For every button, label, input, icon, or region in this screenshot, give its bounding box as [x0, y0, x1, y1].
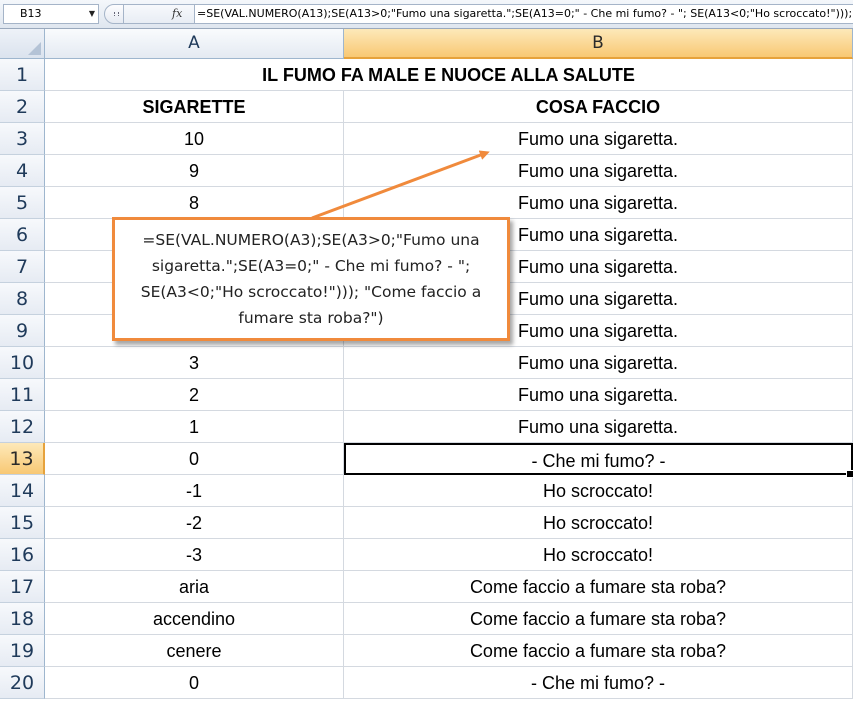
table-row: 1 IL FUMO FA MALE E NUOCE ALLA SALUTE — [0, 59, 853, 91]
cell-b19[interactable]: Come faccio a fumare sta roba? — [344, 635, 853, 667]
cell-a18[interactable]: accendino — [45, 603, 344, 635]
table-row: 2 SIGARETTE COSA FACCIO — [0, 91, 853, 123]
table-row: 4 9 Fumo una sigaretta. — [0, 155, 853, 187]
cell-b14[interactable]: Ho scroccato! — [344, 475, 853, 507]
cell-a13[interactable]: 0 — [45, 443, 344, 475]
table-row: 16 -3 Ho scroccato! — [0, 539, 853, 571]
row-header-7[interactable]: 7 — [0, 251, 45, 283]
table-row: 14 -1 Ho scroccato! — [0, 475, 853, 507]
cell-b17[interactable]: Come faccio a fumare sta roba? — [344, 571, 853, 603]
cell-b18[interactable]: Come faccio a fumare sta roba? — [344, 603, 853, 635]
cell-b12[interactable]: Fumo una sigaretta. — [344, 411, 853, 443]
row-header-14[interactable]: 14 — [0, 475, 45, 507]
cell-b2[interactable]: COSA FACCIO — [344, 91, 853, 123]
cell-a15[interactable]: -2 — [45, 507, 344, 539]
table-row: 11 2 Fumo una sigaretta. — [0, 379, 853, 411]
row-header-8[interactable]: 8 — [0, 283, 45, 315]
table-row: 18 accendino Come faccio a fumare sta roba… — [0, 603, 853, 635]
row-header-17[interactable]: 17 — [0, 571, 45, 603]
row-header-19[interactable]: 19 — [0, 635, 45, 667]
cell-a16[interactable]: -3 — [45, 539, 344, 571]
cell-b20[interactable]: - Che mi fumo? - — [344, 667, 853, 699]
cell-a12[interactable]: 1 — [45, 411, 344, 443]
row-header-2[interactable]: 2 — [0, 91, 45, 123]
formula-input[interactable]: =SE(VAL.NUMERO(A13);SE(A13>0;"Fumo una s… — [194, 4, 853, 24]
function-area: fx — [124, 4, 194, 24]
row-header-13[interactable]: 13 — [0, 443, 45, 475]
fill-handle[interactable] — [846, 470, 853, 478]
row-header-9[interactable]: 9 — [0, 315, 45, 347]
cell-a4[interactable]: 9 — [45, 155, 344, 187]
column-header-a[interactable]: A — [45, 29, 344, 59]
cell-a3[interactable]: 10 — [45, 123, 344, 155]
cell-a19[interactable]: cenere — [45, 635, 344, 667]
cell-b4[interactable]: Fumo una sigaretta. — [344, 155, 853, 187]
formula-callout: =SE(VAL.NUMERO(A3);SE(A3>0;"Fumo una sig… — [112, 217, 510, 341]
cell-b13[interactable]: - Che mi fumo? - — [344, 443, 853, 475]
cell-a17[interactable]: aria — [45, 571, 344, 603]
cell-a20[interactable]: 0 — [45, 667, 344, 699]
column-header-b[interactable]: B — [344, 29, 853, 59]
cell-b10[interactable]: Fumo una sigaretta. — [344, 347, 853, 379]
row-header-6[interactable]: 6 — [0, 219, 45, 251]
cell-a5[interactable]: 8 — [45, 187, 344, 219]
table-row: 12 1 Fumo una sigaretta. — [0, 411, 853, 443]
row-header-11[interactable]: 11 — [0, 379, 45, 411]
table-row: 17 aria Come faccio a fumare sta roba? — [0, 571, 853, 603]
row-header-3[interactable]: 3 — [0, 123, 45, 155]
table-row: 19 cenere Come faccio a fumare sta roba? — [0, 635, 853, 667]
row-header-12[interactable]: 12 — [0, 411, 45, 443]
table-row: 10 3 Fumo una sigaretta. — [0, 347, 853, 379]
row-header-18[interactable]: 18 — [0, 603, 45, 635]
cell-b15[interactable]: Ho scroccato! — [344, 507, 853, 539]
table-row: 13 0- Che mi fumo? - — [0, 443, 853, 475]
row-header-5[interactable]: 5 — [0, 187, 45, 219]
row-header-16[interactable]: 16 — [0, 539, 45, 571]
cell-b16[interactable]: Ho scroccato! — [344, 539, 853, 571]
row-header-1[interactable]: 1 — [0, 59, 45, 91]
insert-function-icon[interactable]: fx — [172, 5, 182, 23]
cell-a14[interactable]: -1 — [45, 475, 344, 507]
cell-b3[interactable]: Fumo una sigaretta. — [344, 123, 853, 155]
table-row: 3 10 Fumo una sigaretta. — [0, 123, 853, 155]
table-row: 15 -2 Ho scroccato! — [0, 507, 853, 539]
grip-dots-icon — [114, 12, 119, 16]
row-header-20[interactable]: 20 — [0, 667, 45, 699]
name-box-value: B13 — [20, 7, 42, 20]
cell-b5[interactable]: Fumo una sigaretta. — [344, 187, 853, 219]
select-all-button[interactable] — [0, 29, 45, 59]
chevron-down-icon[interactable]: ▼ — [89, 5, 95, 23]
row-header-4[interactable]: 4 — [0, 155, 45, 187]
row-header-10[interactable]: 10 — [0, 347, 45, 379]
grip-handle[interactable] — [104, 4, 124, 24]
column-header-row: A B — [0, 29, 853, 59]
cell-a1-merged[interactable]: IL FUMO FA MALE E NUOCE ALLA SALUTE — [45, 59, 853, 91]
formula-bar: B13 ▼ fx =SE(VAL.NUMERO(A13);SE(A13>0;"F… — [0, 0, 853, 29]
select-all-triangle-icon — [28, 42, 41, 55]
name-box[interactable]: B13 ▼ — [3, 4, 99, 24]
cell-a11[interactable]: 2 — [45, 379, 344, 411]
row-header-15[interactable]: 15 — [0, 507, 45, 539]
table-row: 5 8 Fumo una sigaretta. — [0, 187, 853, 219]
cell-a10[interactable]: 3 — [45, 347, 344, 379]
cell-a2[interactable]: SIGARETTE — [45, 91, 344, 123]
cell-b11[interactable]: Fumo una sigaretta. — [344, 379, 853, 411]
table-row: 20 0- Che mi fumo? - — [0, 667, 853, 699]
